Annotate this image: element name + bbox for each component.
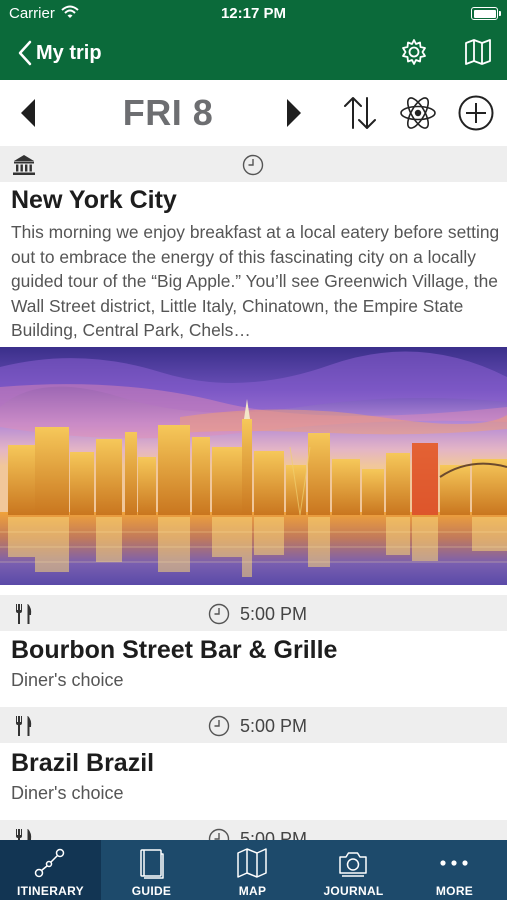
date-bar: FRI 8 xyxy=(0,80,507,146)
battery-icon xyxy=(471,7,501,20)
tab-itinerary[interactable]: ITINERARY xyxy=(0,840,101,900)
map-icon[interactable] xyxy=(462,36,494,68)
tab-label: MAP xyxy=(238,884,267,898)
tab-label: ITINERARY xyxy=(17,884,84,898)
status-time: 12:17 PM xyxy=(220,5,287,22)
itinerary-icon xyxy=(34,848,65,878)
city-skyline-photo[interactable] xyxy=(0,347,507,585)
tab-more[interactable]: MORE xyxy=(404,840,507,900)
item-description[interactable]: This morning we enjoy breakfast at a loc… xyxy=(11,220,501,343)
museum-icon xyxy=(13,155,35,175)
clock-icon xyxy=(208,603,230,625)
item-header-row: 5:00 PM xyxy=(0,707,507,743)
atom-icon[interactable] xyxy=(398,93,438,133)
item-title[interactable]: Bourbon Street Bar & Grille xyxy=(11,636,337,665)
clock-icon xyxy=(208,715,230,737)
tab-label: JOURNAL xyxy=(323,884,384,898)
triangle-left-icon[interactable] xyxy=(18,97,38,129)
back-button-label: My trip xyxy=(36,41,102,64)
item-title[interactable]: Brazil Brazil xyxy=(11,749,154,778)
item-header-row xyxy=(0,146,507,182)
tab-label: MORE xyxy=(435,884,474,898)
camera-icon xyxy=(339,852,367,877)
fork-knife-icon xyxy=(16,716,32,736)
triangle-right-icon[interactable] xyxy=(284,97,304,129)
item-time: 5:00 PM xyxy=(240,716,308,736)
fork-knife-icon xyxy=(16,604,32,624)
item-subtitle: Diner's choice xyxy=(11,783,124,803)
tab-map[interactable]: MAP xyxy=(202,840,303,900)
plus-circle-icon[interactable] xyxy=(456,93,496,133)
back-button[interactable]: My trip xyxy=(18,38,102,68)
status-bar: Carrier 12:17 PM xyxy=(0,0,507,28)
more-dots-icon xyxy=(440,860,468,866)
sort-arrows-icon[interactable] xyxy=(340,93,380,133)
tab-label: GUIDE xyxy=(131,884,172,898)
tab-guide[interactable]: GUIDE xyxy=(101,840,202,900)
item-header-row: 5:00 PM xyxy=(0,595,507,631)
map-icon xyxy=(237,848,267,878)
chevron-left-icon xyxy=(18,40,32,66)
guide-icon xyxy=(140,849,164,879)
item-time: 5:00 PM xyxy=(240,604,308,624)
date-label: FRI 8 xyxy=(122,92,214,133)
gear-icon[interactable] xyxy=(398,36,430,68)
app-header: Carrier 12:17 PM My trip xyxy=(0,0,507,80)
clock-icon xyxy=(242,154,264,176)
item-subtitle: Diner's choice xyxy=(11,670,124,690)
item-title[interactable]: New York City xyxy=(11,186,177,215)
bottom-tab-bar: ITINERARY GUIDE MAP JOURNAL MORE xyxy=(0,840,507,900)
tab-journal[interactable]: JOURNAL xyxy=(303,840,404,900)
